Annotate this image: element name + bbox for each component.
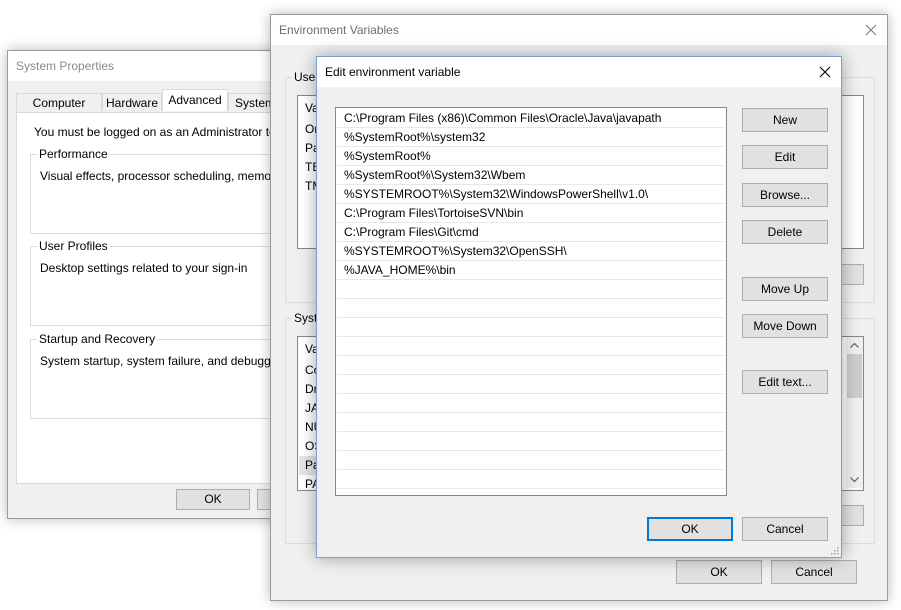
system-properties-ok-button[interactable]: OK <box>176 489 250 510</box>
list-item[interactable]: %SystemRoot%\system32 <box>337 128 725 147</box>
list-item[interactable]: %SYSTEMROOT%\System32\OpenSSH\ <box>337 242 725 261</box>
edit-button[interactable]: Edit <box>742 145 828 169</box>
path-entry-text: C:\Program Files\Git\cmd <box>344 225 479 239</box>
environment-variables-cancel-button[interactable]: Cancel <box>771 560 857 584</box>
tab-computer-name[interactable]: Computer Name <box>16 93 102 128</box>
list-item[interactable]: %JAVA_HOME%\bin <box>337 261 725 280</box>
edit-dialog-title: Edit environment variable <box>325 65 461 79</box>
scrollbar-thumb[interactable] <box>847 354 862 398</box>
environment-variables-title: Environment Variables <box>279 23 399 37</box>
scroll-up-arrow-icon <box>850 342 859 348</box>
environment-variables-titlebar[interactable]: Environment Variables <box>271 15 887 45</box>
empty-list-row[interactable] <box>337 413 725 432</box>
browse-button[interactable]: Browse... <box>742 183 828 207</box>
edit-dialog-close-button[interactable] <box>809 57 841 87</box>
environment-variables-close-button[interactable] <box>855 15 887 45</box>
empty-list-row[interactable] <box>337 318 725 337</box>
edit-environment-variable-dialog: Edit environment variable C:\Program Fil… <box>316 56 842 558</box>
system-list-scrollbar[interactable] <box>846 337 863 488</box>
tab-advanced[interactable]: Advanced <box>162 89 228 111</box>
edit-dialog-cancel-button[interactable]: Cancel <box>742 517 828 541</box>
system-properties-tabs: Computer Name Hardware Advanced System F <box>16 89 308 128</box>
edit-dialog-titlebar[interactable]: Edit environment variable <box>317 57 841 87</box>
system-properties-title: System Properties <box>16 59 115 73</box>
user-profiles-description: Desktop settings related to your sign-in <box>40 261 248 275</box>
path-entries-list[interactable]: C:\Program Files (x86)\Common Files\Orac… <box>335 107 727 496</box>
delete-button[interactable]: Delete <box>742 220 828 244</box>
path-entry-text: %JAVA_HOME%\bin <box>344 263 456 277</box>
system-properties-window: System Properties Computer Name Hardware… <box>7 50 332 519</box>
new-button[interactable]: New <box>742 108 828 132</box>
empty-list-row[interactable] <box>337 375 725 394</box>
list-item[interactable]: %SystemRoot%\System32\Wbem <box>337 166 725 185</box>
resize-grip-icon <box>831 547 839 555</box>
close-icon <box>865 24 877 36</box>
admin-note: You must be logged on as an Administrato… <box>34 125 309 139</box>
list-item[interactable]: %SYSTEMROOT%\System32\WindowsPowerShell\… <box>337 185 725 204</box>
path-entry-text: C:\Program Files (x86)\Common Files\Orac… <box>344 111 662 125</box>
empty-list-row[interactable] <box>337 299 725 318</box>
list-item[interactable]: C:\Program Files\Git\cmd <box>337 223 725 242</box>
performance-legend: Performance <box>37 147 110 161</box>
empty-list-row[interactable] <box>337 356 725 375</box>
edit-text-button[interactable]: Edit text... <box>742 370 828 394</box>
user-profiles-legend: User Profiles <box>37 239 110 253</box>
system-properties-titlebar[interactable]: System Properties <box>8 51 308 81</box>
empty-list-row[interactable] <box>337 280 725 299</box>
edit-dialog-ok-button[interactable]: OK <box>647 517 733 541</box>
environment-variables-ok-button[interactable]: OK <box>676 560 762 584</box>
scroll-down-arrow-icon <box>850 477 859 483</box>
path-entry-text: %SystemRoot%\System32\Wbem <box>344 168 526 182</box>
startup-recovery-legend: Startup and Recovery <box>37 332 158 346</box>
empty-list-row[interactable] <box>337 451 725 470</box>
tab-hardware[interactable]: Hardware <box>102 93 162 111</box>
path-entry-text: %SYSTEMROOT%\System32\OpenSSH\ <box>344 244 567 258</box>
path-entry-text: %SystemRoot% <box>344 149 431 163</box>
path-entry-text: %SYSTEMROOT%\System32\WindowsPowerShell\… <box>344 187 649 201</box>
path-entry-text: C:\Program Files\TortoiseSVN\bin <box>344 206 524 220</box>
path-entry-text: %SystemRoot%\system32 <box>344 130 486 144</box>
empty-list-row[interactable] <box>337 432 725 451</box>
close-icon <box>819 66 831 78</box>
list-item[interactable]: %SystemRoot% <box>337 147 725 166</box>
move-up-button[interactable]: Move Up <box>742 277 828 301</box>
list-item[interactable]: C:\Program Files\TortoiseSVN\bin <box>337 204 725 223</box>
move-down-button[interactable]: Move Down <box>742 314 828 338</box>
empty-list-row[interactable] <box>337 337 725 356</box>
empty-list-row[interactable] <box>337 470 725 489</box>
empty-list-row[interactable] <box>337 394 725 413</box>
list-item[interactable]: C:\Program Files (x86)\Common Files\Orac… <box>337 109 725 128</box>
